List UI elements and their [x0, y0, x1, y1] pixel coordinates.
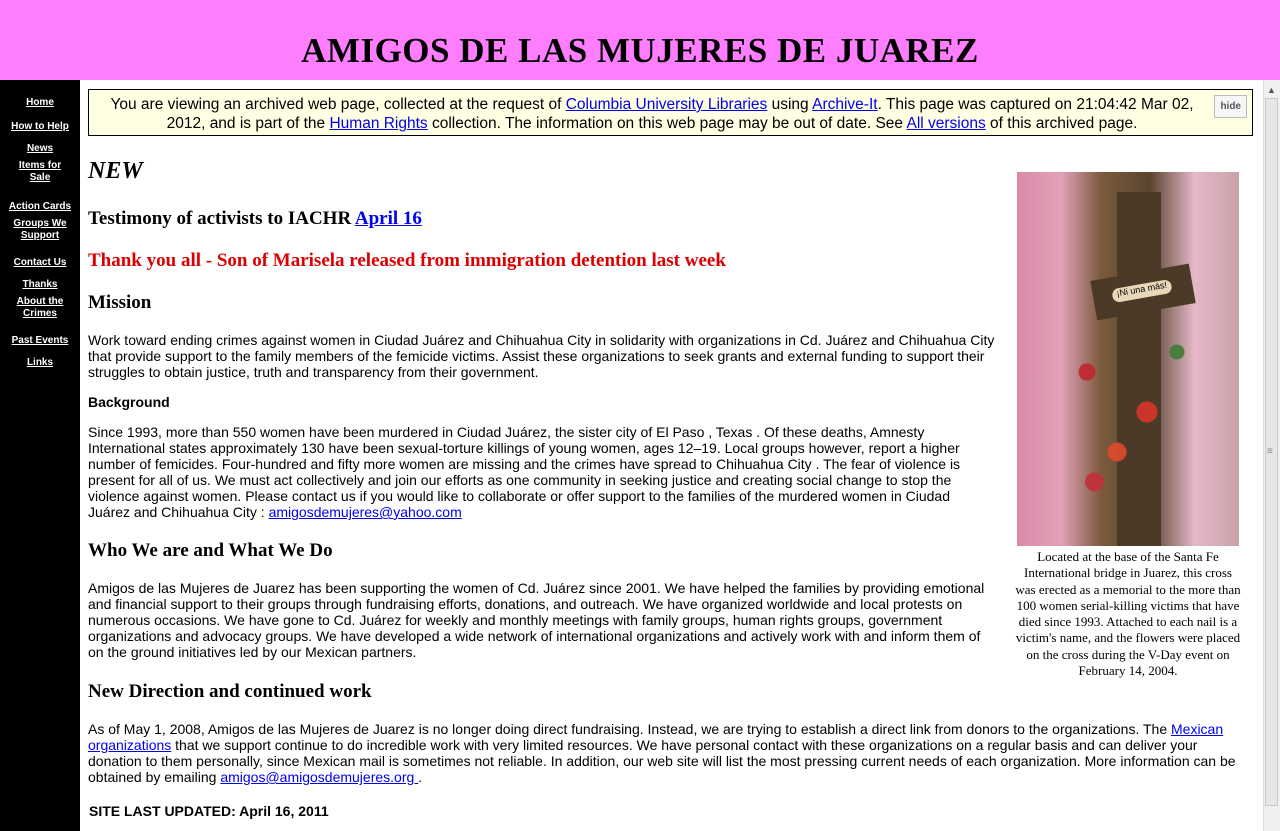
mission-heading: Mission — [88, 292, 152, 313]
nav-link[interactable]: Contact Us — [14, 257, 67, 269]
all-versions-link[interactable]: All versions — [906, 115, 985, 132]
nav-item-links[interactable]: Links — [0, 352, 80, 370]
archive-banner: You are viewing an archived web page, co… — [88, 89, 1253, 136]
nav-link[interactable]: How to Help — [11, 121, 69, 133]
nav-item-contact-us[interactable]: Contact Us — [0, 252, 80, 270]
nav-link[interactable]: About the Crimes — [17, 296, 64, 320]
nav-item-thanks[interactable]: Thanks — [0, 274, 80, 292]
main-content: You are viewing an archived web page, co… — [80, 80, 1264, 831]
nav-item-action-cards[interactable]: Action Cards — [0, 196, 80, 214]
vertical-scrollbar[interactable]: ▲ ≡ — [1263, 80, 1280, 831]
columbia-link[interactable]: Columbia University Libraries — [566, 96, 768, 113]
site-title: AMIGOS DE LAS MUJERES DE JUAREZ — [301, 31, 979, 70]
background-heading: Background — [88, 394, 170, 410]
sidebar-nav: Home How to Help News Items for Sale Acti… — [0, 80, 80, 831]
flowers — [1057, 312, 1207, 512]
hide-banner-button[interactable]: hide — [1214, 95, 1247, 118]
nav-link[interactable]: Thanks — [22, 279, 57, 291]
email-link[interactable]: amigosdemujeres@yahoo.com — [269, 504, 462, 520]
who-heading: Who We are and What We Do — [88, 540, 333, 561]
last-updated: SITE LAST UPDATED: April 16, 2011 — [89, 803, 329, 819]
nav-item-items-for-sale[interactable]: Items for Sale — [0, 160, 80, 185]
site-header: AMIGOS DE LAS MUJERES DE JUAREZ — [0, 0, 1280, 80]
nav-link[interactable]: Groups We Support — [13, 218, 66, 242]
scroll-up-arrow-icon[interactable]: ▲ — [1267, 85, 1276, 95]
contact-email-link[interactable]: amigos@amigosdemujeres.org — [220, 769, 418, 785]
scroll-grip-icon: ≡ — [1267, 446, 1273, 457]
who-text: Amigos de las Mujeres de Juarez has been… — [88, 580, 985, 660]
mission-text: Work toward ending crimes against women … — [88, 332, 995, 380]
nav-link[interactable]: Links — [27, 357, 53, 369]
nav-item-news[interactable]: News — [0, 138, 80, 156]
thanks-heading: Thank you all - Son of Marisela released… — [88, 250, 726, 271]
archive-it-link[interactable]: Archive-It — [812, 96, 877, 113]
direction-text: As of May 1, 2008, Amigos de las Mujeres… — [88, 721, 1236, 785]
nav-item-home[interactable]: Home — [0, 92, 80, 110]
nav-link[interactable]: Action Cards — [9, 201, 71, 213]
nav-link[interactable]: Home — [26, 97, 54, 109]
april-16-link[interactable]: April 16 — [355, 208, 422, 229]
nav-item-how-to-help[interactable]: How to Help — [0, 116, 80, 134]
memorial-cross-photo: ¡Ni una más! — [1017, 172, 1239, 546]
background-text: Since 1993, more than 550 women have bee… — [88, 424, 961, 520]
testimony-heading: Testimony of activists to IACHR April 16 — [88, 208, 422, 229]
nav-link[interactable]: News — [27, 143, 53, 155]
nav-link[interactable]: Past Events — [12, 335, 69, 347]
nav-item-past-events[interactable]: Past Events — [0, 330, 80, 348]
nav-item-groups-we-support[interactable]: Groups We Support — [0, 218, 80, 243]
human-rights-link[interactable]: Human Rights — [329, 115, 427, 132]
photo-caption: Located at the base of the Santa Fe Inte… — [1015, 549, 1241, 679]
nav-item-about-the-crimes[interactable]: About the Crimes — [0, 296, 80, 321]
direction-heading: New Direction and continued work — [88, 681, 372, 702]
nav-link[interactable]: Items for Sale — [19, 160, 61, 184]
archive-banner-text: You are viewing an archived web page, co… — [110, 96, 1194, 132]
new-heading: NEW — [88, 158, 143, 184]
